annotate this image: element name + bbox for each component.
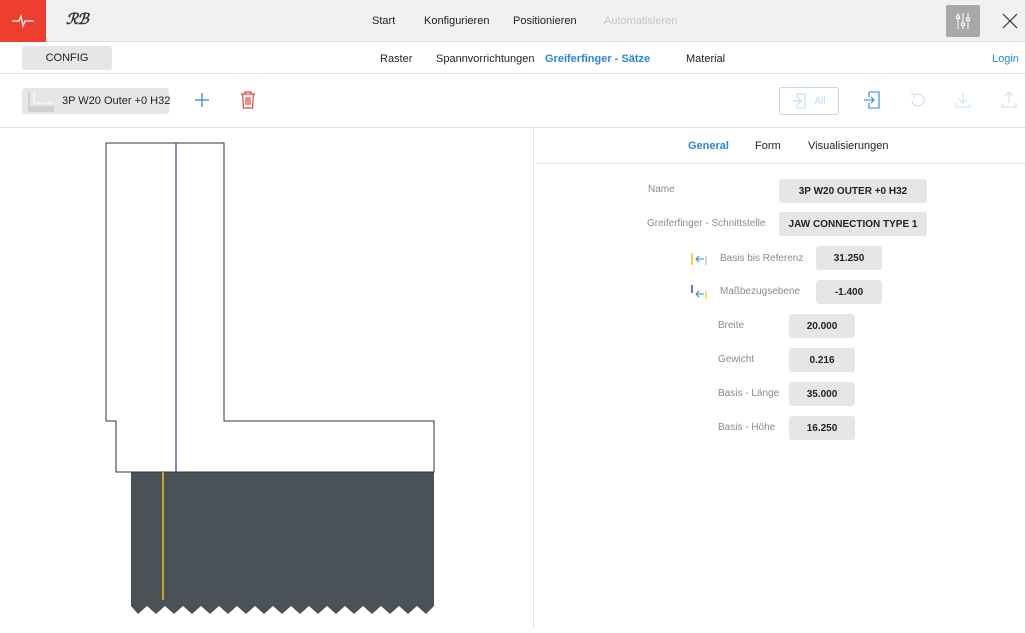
sliders-icon: [956, 13, 970, 29]
interface-label: Greiferfinger - Schnittstelle: [647, 218, 766, 229]
set-selector[interactable]: 3P W20 Outer +0 H32: [22, 88, 171, 114]
tab-spannvorrichtungen[interactable]: Spannvorrichtungen: [436, 53, 534, 65]
brand-logo: ℛℬ: [66, 10, 89, 28]
jaw-thumbnail-icon: [28, 92, 54, 112]
pulse-icon: [12, 13, 34, 29]
close-icon: [1002, 13, 1018, 29]
config-button[interactable]: CONFIG: [22, 46, 112, 70]
tab-form[interactable]: Form: [755, 140, 781, 152]
detail-tabs: General Form Visualisierungen: [535, 128, 1025, 164]
tab-visualisierungen[interactable]: Visualisierungen: [808, 140, 889, 152]
trash-icon[interactable]: [239, 90, 257, 110]
jaw-base: [131, 472, 434, 614]
settings-button[interactable]: [946, 5, 980, 37]
nav-positionieren[interactable]: Positionieren: [513, 15, 577, 27]
download-icon: [955, 92, 971, 108]
selected-set-label: 3P W20 Outer +0 H32: [62, 95, 171, 107]
jaw-drawing: [105, 142, 435, 614]
jaw-outline: [105, 142, 435, 473]
details-panel: General Form Visualisierungen Name 3P W2…: [535, 128, 1025, 628]
name-field[interactable]: 3P W20 OUTER +0 H32: [779, 179, 927, 203]
nav-start[interactable]: Start: [372, 15, 395, 27]
jaw-preview-panel: [0, 128, 534, 628]
weight-field[interactable]: 0.216: [789, 348, 855, 372]
base-length-field[interactable]: 35.000: [789, 382, 855, 406]
tab-greiferfinger-saetze[interactable]: Greiferfinger - Sätze: [545, 53, 650, 65]
import-all-button[interactable]: All: [779, 87, 839, 115]
nav-konfigurieren[interactable]: Konfigurieren: [424, 15, 489, 27]
login-link[interactable]: Login: [992, 53, 1019, 65]
export-icon: [1001, 91, 1017, 108]
base-height-label: Basis - Höhe: [718, 422, 776, 433]
base-height-field[interactable]: 16.250: [789, 416, 855, 440]
base-to-ref-field[interactable]: 31.250: [816, 246, 882, 270]
import-icon: [793, 93, 806, 109]
measure-plane-label: Maßbezugsebene: [720, 286, 801, 297]
weight-label: Gewicht: [718, 354, 755, 365]
base-length-label: Basis - Länge: [718, 388, 780, 399]
plus-icon[interactable]: [192, 90, 212, 110]
base-reference-icon: [691, 253, 707, 265]
toolbar: 3P W20 Outer +0 H32 All: [0, 74, 1025, 128]
base-to-ref-label: Basis bis Referenz: [720, 253, 804, 264]
width-field[interactable]: 20.000: [789, 314, 855, 338]
name-label: Name: [648, 184, 675, 195]
measure-plane-field[interactable]: -1.400: [816, 280, 882, 304]
sub-bar: CONFIG Raster Spannvorrichtungen Greifer…: [0, 42, 1025, 74]
measure-plane-icon: [691, 285, 707, 299]
import-icon[interactable]: [862, 90, 882, 110]
tab-material[interactable]: Material: [686, 53, 725, 65]
nav-automatisieren: Automatisieren: [604, 15, 678, 27]
tab-general[interactable]: General: [688, 140, 729, 152]
interface-field[interactable]: JAW CONNECTION TYPE 1: [779, 212, 927, 236]
top-bar: ℛℬ Start Konfigurieren Positionieren Aut…: [0, 0, 1025, 42]
tab-raster[interactable]: Raster: [380, 53, 412, 65]
import-all-label: All: [814, 95, 826, 107]
reset-icon: [910, 92, 925, 107]
close-button[interactable]: [997, 8, 1023, 34]
width-label: Breite: [718, 320, 745, 331]
home-button[interactable]: [0, 0, 46, 42]
main-nav: Start Konfigurieren Positionieren Automa…: [0, 0, 1025, 42]
